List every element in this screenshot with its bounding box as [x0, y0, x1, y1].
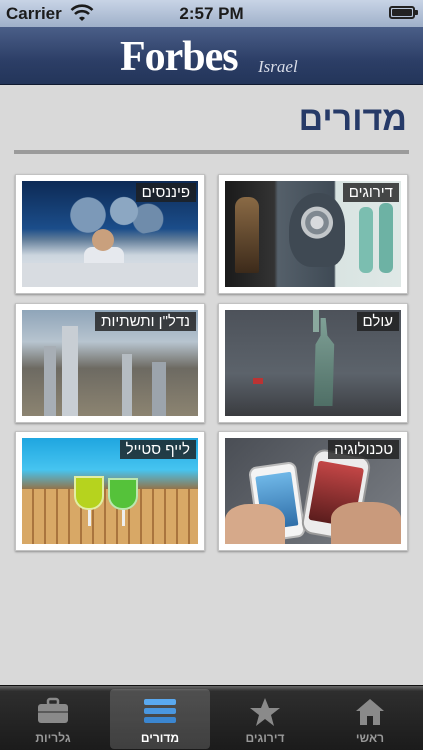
world-image: עולם — [225, 310, 401, 416]
page-title: מדורים — [298, 100, 407, 138]
section-tile-finance[interactable]: פיננסים — [15, 174, 205, 294]
section-label: טכנולוגיה — [328, 440, 399, 459]
battery-icon — [389, 6, 418, 19]
realestate-image: נדל"ן ותשתיות — [22, 310, 198, 416]
lifestyle-image: לייף סטייל — [22, 438, 198, 544]
ratings-image: דירוגים — [225, 181, 401, 287]
star-icon — [250, 698, 280, 726]
section-label: לייף סטייל — [119, 440, 196, 459]
section-label: עולם — [356, 312, 399, 331]
tab-ratings[interactable]: דירוגים — [215, 689, 315, 749]
section-label: דירוגים — [342, 183, 399, 202]
title-divider — [14, 150, 409, 154]
section-tile-realestate[interactable]: נדל"ן ותשתיות — [15, 303, 205, 423]
status-bar: Carrier 2:57 PM — [0, 0, 423, 27]
list-icon — [144, 699, 176, 723]
tab-sections[interactable]: מדורים — [110, 689, 210, 749]
section-label: פיננסים — [135, 183, 196, 202]
tab-label: גלריות — [35, 731, 71, 745]
section-tile-ratings[interactable]: דירוגים — [218, 174, 408, 294]
tab-label: מדורים — [140, 731, 180, 745]
forbes-logo: Forbes — [120, 34, 239, 80]
tab-home[interactable]: ראשי — [320, 689, 420, 749]
tech-image: טכנולוגיה — [225, 438, 401, 544]
clock: 2:57 PM — [179, 4, 244, 23]
section-tile-world[interactable]: עולם — [218, 303, 408, 423]
app-header: Forbes Israel — [0, 27, 423, 85]
section-tile-tech[interactable]: טכנולוגיה — [218, 431, 408, 551]
tab-galleries[interactable]: גלריות — [3, 689, 103, 749]
logo-subtitle: Israel — [258, 57, 298, 76]
tab-label: ראשי — [355, 731, 385, 745]
section-tile-lifestyle[interactable]: לייף סטייל — [15, 431, 205, 551]
briefcase-icon — [38, 697, 68, 723]
section-label: נדל"ן ותשתיות — [95, 312, 196, 331]
tab-label: דירוגים — [245, 731, 285, 745]
home-icon — [356, 699, 384, 725]
finance-image: פיננסים — [22, 181, 198, 287]
tab-bar: ראשי דירוגים מדורים גלריות — [0, 685, 423, 750]
